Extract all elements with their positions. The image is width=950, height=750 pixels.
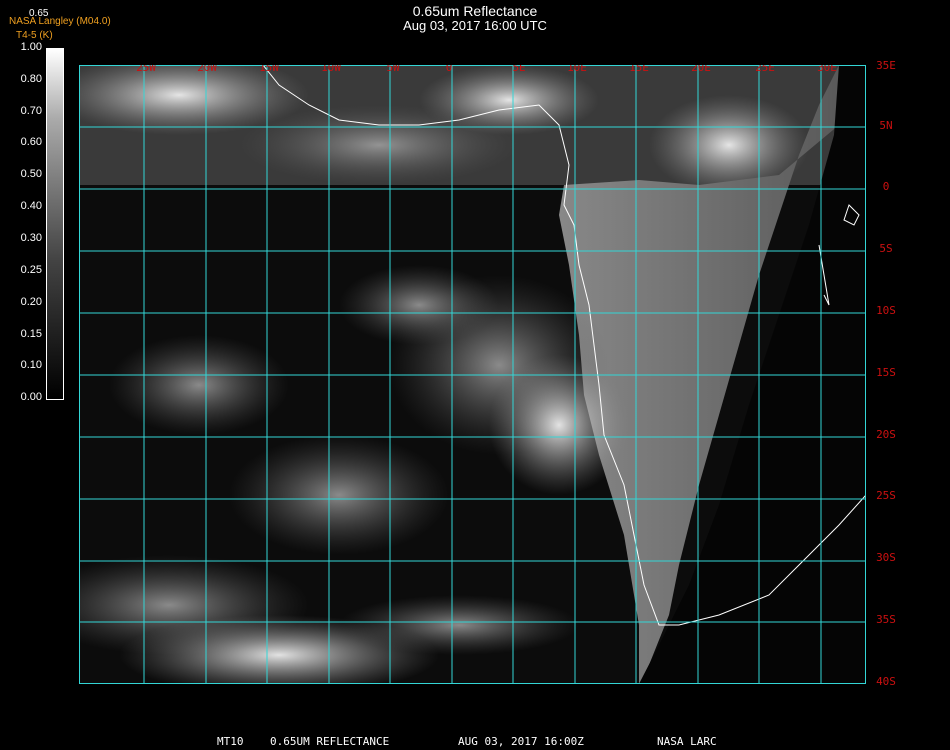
longitude-label: 25E — [755, 65, 775, 74]
latitude-label: 10S — [876, 304, 896, 317]
longitude-label: 10E — [567, 65, 587, 74]
latitude-label: 25S — [876, 489, 896, 502]
longitude-label: 5W — [386, 65, 400, 74]
latitude-label: 20S — [876, 428, 896, 441]
footer-product: MT10 — [217, 735, 244, 748]
colorbar-tick-label: 0.70 — [20, 105, 42, 117]
colorbar-tick-label: 1.00 — [20, 41, 42, 53]
footer-channel: 0.65UM REFLECTANCE — [270, 735, 390, 748]
map-canvas: 25W 20W 15W 10W 5W 0 5E 10E 15E 20E 25E 30E — [79, 65, 866, 684]
latitude-label: 0 — [882, 180, 890, 193]
colorbar — [46, 48, 64, 400]
colorbar-tick-label: 0.20 — [20, 296, 42, 308]
latitude-label: 35S — [876, 613, 896, 626]
latitude-label: 15S — [876, 366, 896, 379]
colorbar-tick-label: 0.80 — [20, 73, 42, 85]
footer-source: NASA LARC — [657, 735, 717, 748]
map-title: 0.65um Reflectance — [412, 3, 538, 19]
colorbar-tick-label: 0.10 — [20, 359, 42, 371]
colorbar-tick-label: 0.25 — [20, 264, 42, 276]
longitude-label: 5E — [512, 65, 525, 74]
longitude-label: 10W — [321, 65, 341, 74]
colorbar-tick-label: 0.15 — [20, 328, 42, 340]
latitude-label: 30S — [876, 551, 896, 564]
footer-datetime: AUG 03, 2017 16:00Z — [458, 735, 584, 748]
longitude-label: 15W — [259, 65, 279, 74]
longitude-label: 15E — [629, 65, 649, 74]
colorbar-tick-label: 0.50 — [20, 168, 42, 180]
latitude-label: 40S — [876, 675, 896, 688]
colorbar-tick-label: 0.00 — [20, 391, 42, 403]
latitude-label: 5S — [879, 242, 893, 255]
longitude-label: 0 — [446, 65, 453, 74]
longitude-label: 25W — [136, 65, 156, 74]
latitude-label: 35E — [876, 59, 896, 72]
channel-label: T4-5 (K) — [16, 30, 53, 41]
map-subtitle: Aug 03, 2017 16:00 UTC — [403, 18, 547, 33]
colorbar-tick-label: 0.40 — [20, 200, 42, 212]
longitude-label: 20W — [197, 65, 217, 74]
colorbar-tick-label: 0.30 — [20, 232, 42, 244]
colorbar-tick-label: 0.60 — [20, 136, 42, 148]
latitude-label: 5N — [879, 119, 893, 132]
longitude-label: 30E — [817, 65, 837, 74]
org-label: NASA Langley (M04.0) — [9, 16, 111, 27]
satellite-map: 25W 20W 15W 10W 5W 0 5E 10E 15E 20E 25E 30E — [79, 65, 866, 684]
longitude-label: 20E — [691, 65, 711, 74]
